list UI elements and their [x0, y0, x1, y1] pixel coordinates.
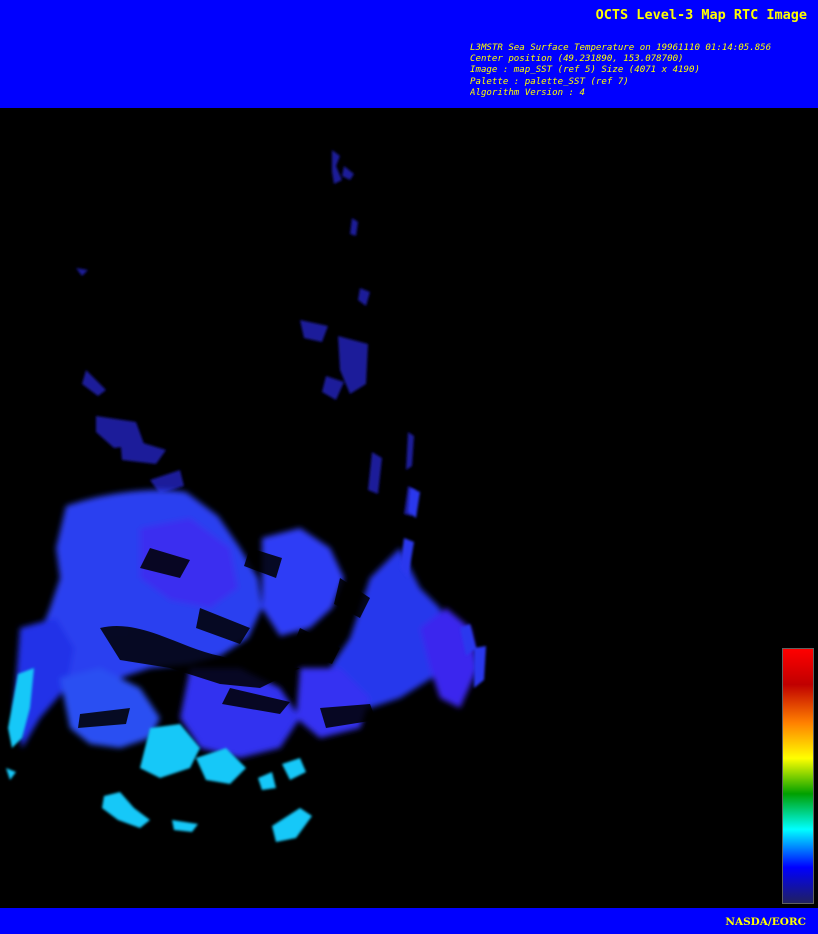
meta-image-line: Image : map_SST (ref 5) Size (4071 x 419…	[470, 65, 700, 76]
header-banner: OCTS Level-3 Map RTC Image L3MSTR Sea Su…	[0, 0, 818, 108]
image-title: OCTS Level-3 Map RTC Image	[595, 7, 807, 23]
credit-label: NASDA/EORC	[725, 916, 806, 928]
sst-map-image	[0, 108, 818, 908]
meta-algorithm-line: Algorithm Version : 4	[470, 87, 585, 98]
meta-product-line: L3MSTR Sea Surface Temperature on 199611…	[470, 43, 772, 53]
sst-map-graphic	[6, 150, 486, 842]
northern-cloud-gaps	[76, 150, 416, 516]
footer-banner: NASDA/EORC	[0, 908, 818, 934]
meta-palette-line: Palette : palette_SST (ref 7)	[470, 76, 629, 87]
image-metadata: L3MSTR Sea Surface Temperature on 199611…	[470, 43, 815, 99]
meta-center-line: Center position (49.231890, 153.078700)	[470, 54, 684, 65]
sst-palette-colorbar	[782, 648, 814, 904]
